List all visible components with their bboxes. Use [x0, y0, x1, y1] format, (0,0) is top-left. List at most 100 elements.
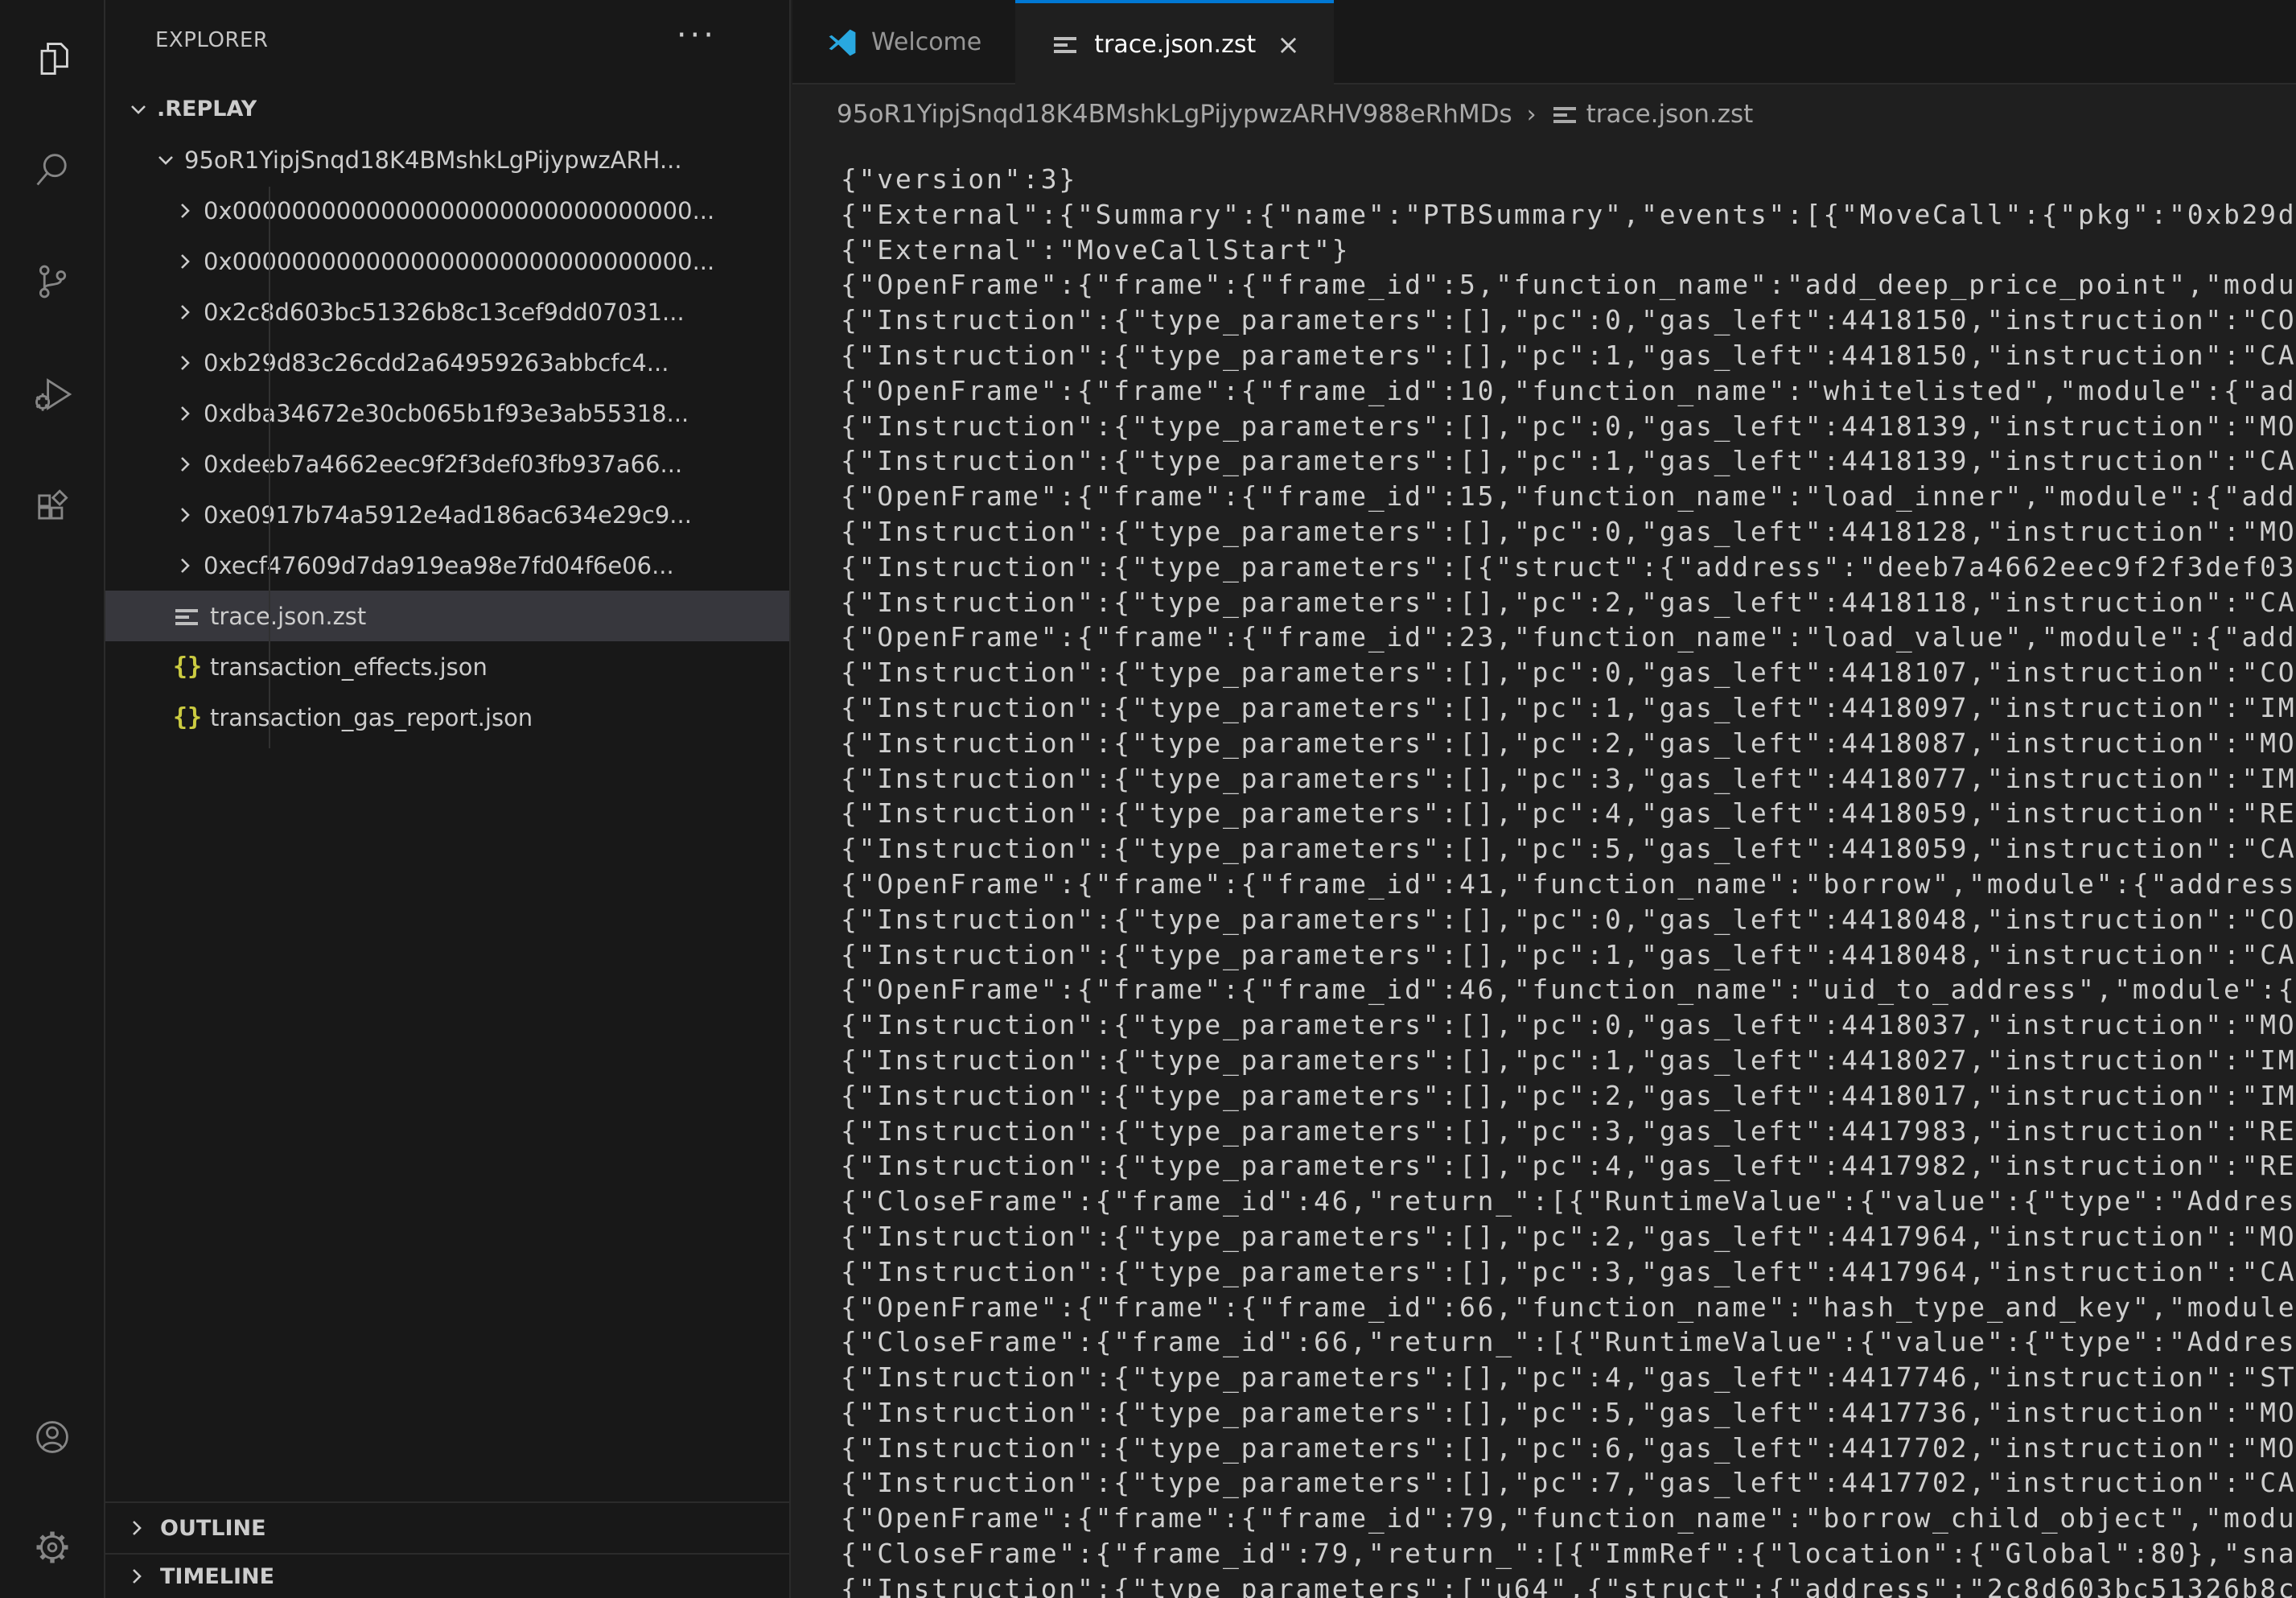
json-file-icon: {} [173, 653, 202, 682]
tab-bar: Welcome trace.json.zst × [792, 0, 2296, 84]
code-line: {"Instruction":{"type_parameters":[],"pc… [841, 1254, 2296, 1290]
code-line: {"Instruction":{"type_parameters":[],"pc… [841, 443, 2296, 479]
chevron-down-icon[interactable] [154, 148, 178, 172]
explorer-tab-button[interactable] [31, 39, 73, 81]
tree-item[interactable]: {} transaction_effects.json [105, 641, 789, 692]
json-file-icon: {} [173, 703, 202, 732]
code-line: {"version":3} [841, 162, 2296, 197]
code-line: {"OpenFrame":{"frame":{"frame_id":5,"fun… [841, 267, 2296, 303]
tree-item-label: 0x0000000000000000000000000000000... [204, 197, 714, 224]
code-line: {"OpenFrame":{"frame":{"frame_id":10,"fu… [841, 373, 2296, 409]
tree-item-label: 0xdeeb7a4662eec9f2f3def03fb937a66... [204, 451, 682, 478]
tree-item[interactable]: {} trace.json.zst [105, 591, 789, 641]
tree-item-label: 0xdba34672e30cb065b1f93e3ab55318... [204, 400, 689, 427]
code-line: {"Instruction":{"type_parameters":[],"pc… [841, 761, 2296, 797]
tab-trace-json-zst[interactable]: trace.json.zst × [1015, 0, 1333, 86]
tree-item[interactable]: {} 0xdeeb7a4662eec9f2f3def03fb937a66... [105, 439, 789, 489]
code-line: {"Instruction":{"type_parameters":[],"pc… [841, 937, 2296, 973]
file-tree: {} .REPLAY {} 95oR1YipjSnqd18K4BMshkLgPi… [105, 84, 789, 743]
code-line: {"OpenFrame":{"frame":{"frame_id":46,"fu… [841, 972, 2296, 1007]
sidebar-header: EXPLORER ··· [105, 0, 789, 80]
editor-code[interactable]: {"version":3}{"External":{"Summary":{"na… [792, 142, 2296, 1598]
source-control-tab-button[interactable] [31, 262, 73, 304]
vscode-window: EXPLORER ··· {} .REPLAY {} 95oR1YipjSnqd… [0, 0, 2296, 1598]
tree-item-label: 0xe0917b74a5912e4ad186ac634e29c9... [204, 501, 692, 529]
code-line: {"Instruction":{"type_parameters":[],"pc… [841, 1148, 2296, 1184]
tree-item[interactable]: {} 0x2c8d603bc51326b8c13cef9dd07031... [105, 286, 789, 337]
extensions-tab-button[interactable] [31, 488, 73, 529]
code-line: {"External":"MoveCallStart"} [841, 233, 2296, 268]
tree-item-label: 0xecf47609d7da919ea98e7fd04f6e06... [204, 552, 674, 579]
chevron-right-icon[interactable] [173, 249, 197, 274]
activity-bar [0, 0, 105, 1598]
code-line: {"Instruction":{"type_parameters":[],"pc… [841, 655, 2296, 690]
code-line: {"Instruction":{"type_parameters":[],"pc… [841, 1114, 2296, 1149]
tree-item[interactable]: {} 0xb29d83c26cdd2a64959263abbcfc4... [105, 337, 789, 388]
tree-item[interactable]: {} 0xe0917b74a5912e4ad186ac634e29c9... [105, 489, 789, 540]
code-line: {"CloseFrame":{"frame_id":46,"return_":[… [841, 1184, 2296, 1219]
code-line: {"Instruction":{"type_parameters":[],"pc… [841, 1078, 2296, 1114]
compressed-file-icon [173, 602, 202, 631]
code-line: {"Instruction":{"type_parameters":[],"pc… [841, 514, 2296, 550]
gear-icon [31, 1526, 73, 1571]
source-control-icon [31, 261, 73, 306]
code-line: {"Instruction":{"type_parameters":[],"pc… [841, 902, 2296, 937]
tree-item-label: transaction_effects.json [210, 653, 488, 681]
tree-item[interactable]: {} transaction_gas_report.json [105, 692, 789, 743]
indent-guide [269, 187, 270, 748]
code-line: {"Instruction":{"type_parameters":[{"str… [841, 550, 2296, 585]
timeline-section-header[interactable]: TIMELINE [105, 1553, 789, 1598]
chevron-right-icon[interactable] [173, 199, 197, 223]
editor-group: Welcome trace.json.zst × 95oR1YipjSnqd18… [792, 0, 2296, 1598]
breadcrumb-folder[interactable]: 95oR1YipjSnqd18K4BMshkLgPijypwzARHV988eR… [837, 100, 1512, 129]
tree-item[interactable]: {} 0x0000000000000000000000000000000... [105, 185, 789, 236]
chevron-right-icon[interactable] [173, 300, 197, 324]
account-icon [31, 1416, 73, 1461]
more-actions-icon[interactable]: ··· [677, 11, 717, 60]
chevron-down-icon[interactable] [126, 97, 150, 121]
code-line: {"OpenFrame":{"frame":{"frame_id":15,"fu… [841, 479, 2296, 514]
code-line: {"Instruction":{"type_parameters":[],"pc… [841, 726, 2296, 761]
timeline-section-label: TIMELINE [160, 1564, 274, 1589]
sidebar-title: EXPLORER [155, 28, 269, 52]
tree-item-label: 0x2c8d603bc51326b8c13cef9dd07031... [204, 299, 685, 326]
code-line: {"Instruction":{"type_parameters":[],"pc… [841, 1465, 2296, 1501]
tree-item-label: trace.json.zst [210, 603, 366, 630]
tree-item-label: transaction_gas_report.json [210, 704, 533, 731]
search-tab-button[interactable] [31, 150, 73, 192]
chevron-right-icon[interactable] [173, 452, 197, 476]
tree-item[interactable]: {} .REPLAY [105, 84, 789, 134]
chevron-right-icon[interactable] [173, 503, 197, 527]
close-icon[interactable]: × [1277, 29, 1300, 61]
files-icon [31, 38, 73, 83]
code-line: {"Instruction":{"type_parameters":[],"pc… [841, 303, 2296, 338]
code-line: {"Instruction":{"type_parameters":[],"pc… [841, 585, 2296, 620]
chevron-right-icon[interactable] [173, 402, 197, 426]
tree-item-label: 0xb29d83c26cdd2a64959263abbcfc4... [204, 349, 669, 377]
settings-button[interactable] [31, 1528, 73, 1570]
code-line: {"External":{"Summary":{"name":"PTBSumma… [841, 197, 2296, 233]
code-line: {"Instruction":{"type_parameters":[],"pc… [841, 1360, 2296, 1395]
code-line: {"Instruction":{"type_parameters":[],"pc… [841, 831, 2296, 867]
code-line: {"Instruction":{"type_parameters":[],"pc… [841, 409, 2296, 444]
tree-item[interactable]: {} 0xecf47609d7da919ea98e7fd04f6e06... [105, 540, 789, 591]
compressed-file-icon [1551, 101, 1578, 128]
tree-item[interactable]: {} 95oR1YipjSnqd18K4BMshkLgPijypwzARH... [105, 134, 789, 185]
tab-welcome[interactable]: Welcome [792, 0, 1015, 84]
tree-item[interactable]: {} 0x0000000000000000000000000000000... [105, 236, 789, 286]
code-line: {"Instruction":{"type_parameters":[],"pc… [841, 1395, 2296, 1431]
outline-section-header[interactable]: OUTLINE [105, 1501, 789, 1553]
code-line: {"Instruction":{"type_parameters":["u64"… [841, 1571, 2296, 1598]
code-line: {"CloseFrame":{"frame_id":66,"return_":[… [841, 1324, 2296, 1360]
chevron-right-icon[interactable] [173, 351, 197, 375]
accounts-button[interactable] [31, 1418, 73, 1460]
tree-item-label: 0x0000000000000000000000000000000... [204, 248, 714, 275]
code-line: {"OpenFrame":{"frame":{"frame_id":23,"fu… [841, 620, 2296, 655]
chevron-right-icon[interactable] [173, 554, 197, 578]
code-line: {"Instruction":{"type_parameters":[],"pc… [841, 1043, 2296, 1078]
compressed-file-icon [1049, 29, 1081, 61]
breadcrumb-file[interactable]: trace.json.zst [1586, 100, 1754, 129]
tree-item[interactable]: {} 0xdba34672e30cb065b1f93e3ab55318... [105, 388, 789, 439]
run-debug-icon [31, 373, 73, 418]
run-debug-tab-button[interactable] [31, 375, 73, 417]
